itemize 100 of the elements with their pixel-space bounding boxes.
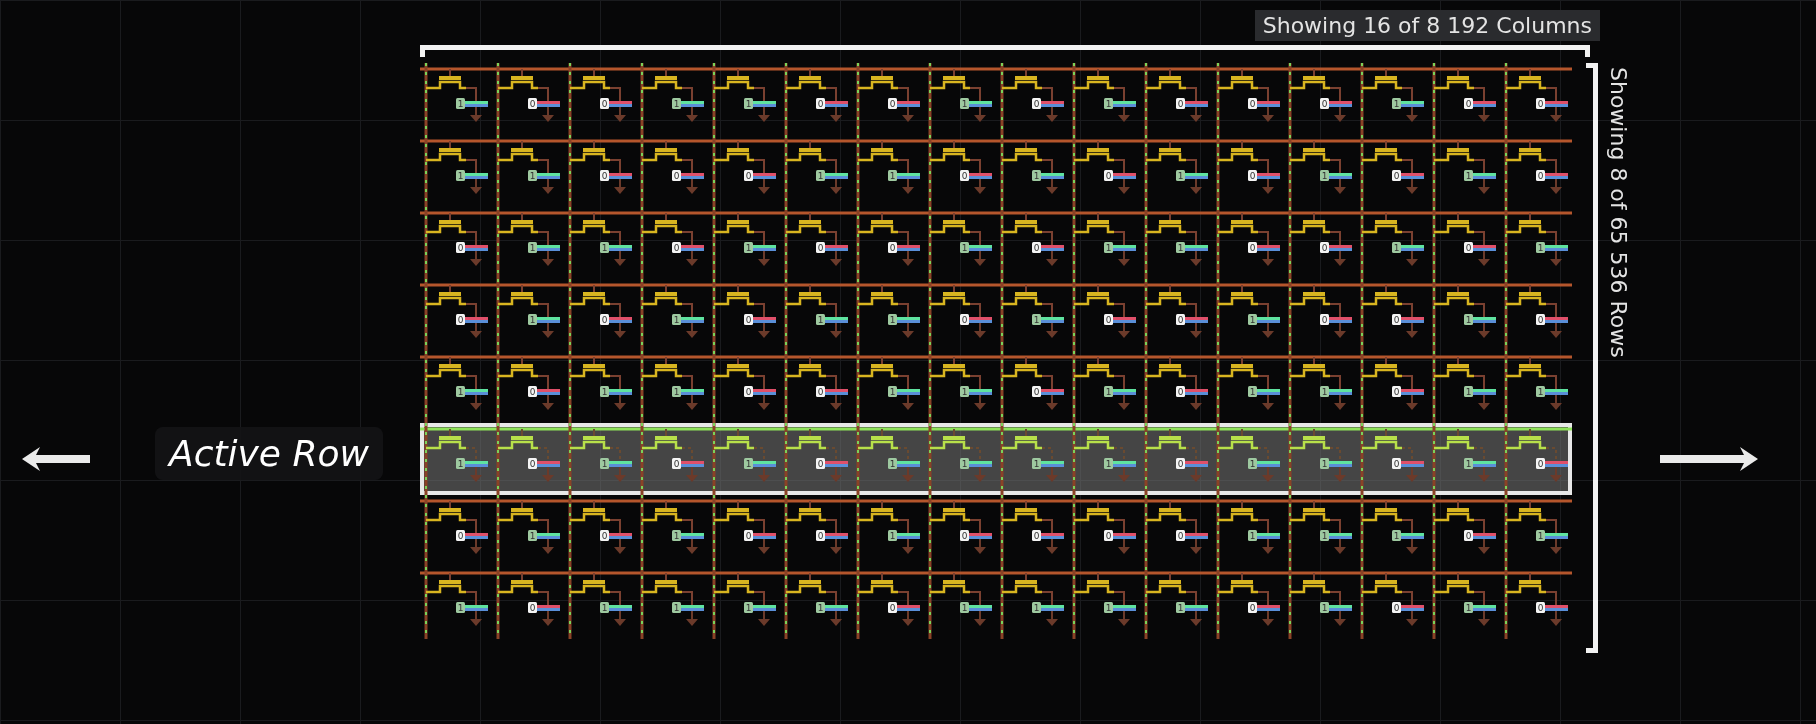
memory-cell-drawing — [996, 135, 1068, 207]
bit-badge: 1 — [1536, 242, 1545, 253]
memory-cell-drawing — [1356, 423, 1428, 495]
memory-cell-drawing — [1140, 207, 1212, 279]
memory-cell-drawing — [492, 279, 564, 351]
bit-badge: 1 — [672, 98, 681, 109]
bit-badge: 0 — [888, 242, 897, 253]
memory-cell-drawing — [492, 495, 564, 567]
memory-cell-drawing — [780, 567, 852, 639]
bit-badge: 0 — [1320, 242, 1329, 253]
memory-cell-drawing — [420, 351, 492, 423]
memory-cell-drawing — [1212, 279, 1284, 351]
bit-badge: 1 — [888, 386, 897, 397]
memory-cell-drawing — [1500, 567, 1572, 639]
bit-badge: 1 — [1320, 170, 1329, 181]
memory-cell-drawing — [996, 351, 1068, 423]
memory-cell-drawing — [1500, 423, 1572, 495]
memory-cell-drawing — [1500, 351, 1572, 423]
memory-cell-drawing — [1068, 207, 1140, 279]
bit-badge: 0 — [456, 242, 465, 253]
bit-badge: 1 — [888, 170, 897, 181]
memory-cell-drawing — [1428, 279, 1500, 351]
bit-badge: 1 — [888, 314, 897, 325]
memory-cell-drawing — [924, 423, 996, 495]
memory-cell-drawing — [420, 135, 492, 207]
memory-cell-drawing — [924, 351, 996, 423]
bit-badge: 0 — [1104, 170, 1113, 181]
bit-badge: 1 — [816, 602, 825, 613]
bit-badge: 0 — [888, 98, 897, 109]
memory-cell-drawing — [564, 351, 636, 423]
column-count-caption: Showing 16 of 8 192 Columns — [1254, 10, 1600, 41]
bit-badge: 1 — [744, 458, 753, 469]
bit-badge: 1 — [1320, 458, 1329, 469]
bit-badge: 0 — [1536, 314, 1545, 325]
bit-badge: 1 — [1104, 602, 1113, 613]
bit-badge: 1 — [1176, 242, 1185, 253]
bit-badge: 1 — [1320, 386, 1329, 397]
memory-cell-drawing — [1356, 135, 1428, 207]
bit-badge: 1 — [1032, 602, 1041, 613]
memory-cell-drawing — [708, 63, 780, 135]
bit-badge: 0 — [1392, 602, 1401, 613]
bit-badge: 1 — [1392, 530, 1401, 541]
memory-cell-drawing — [1356, 279, 1428, 351]
memory-cell-drawing — [564, 423, 636, 495]
memory-cell-drawing — [852, 567, 924, 639]
bit-badge: 0 — [1248, 602, 1257, 613]
bit-badge: 1 — [816, 170, 825, 181]
memory-cell-drawing — [708, 351, 780, 423]
memory-cell-drawing — [1212, 567, 1284, 639]
bit-badge: 1 — [672, 530, 681, 541]
bit-badge: 0 — [1248, 242, 1257, 253]
memory-cell-drawing — [1212, 207, 1284, 279]
bit-badge: 1 — [1248, 386, 1257, 397]
memory-cell-drawing — [1212, 135, 1284, 207]
memory-cell-drawing — [636, 279, 708, 351]
memory-cell-drawing — [852, 351, 924, 423]
memory-cell-drawing — [1284, 63, 1356, 135]
memory-cell-drawing — [1140, 423, 1212, 495]
memory-cell-drawing — [636, 495, 708, 567]
memory-cell-drawing — [1068, 495, 1140, 567]
bit-badge: 0 — [1320, 314, 1329, 325]
memory-cell-drawing — [1500, 63, 1572, 135]
bit-badge: 0 — [1464, 98, 1473, 109]
bit-badge: 0 — [600, 530, 609, 541]
bit-badge: 0 — [1536, 170, 1545, 181]
bit-badge: 0 — [1032, 530, 1041, 541]
bit-badge: 0 — [1176, 98, 1185, 109]
memory-cell-drawing — [924, 567, 996, 639]
bit-badge: 1 — [1320, 602, 1329, 613]
bit-badge: 1 — [744, 242, 753, 253]
memory-cell-drawing — [996, 207, 1068, 279]
memory-cell-drawing — [852, 495, 924, 567]
memory-cell-drawing — [996, 279, 1068, 351]
memory-cell-drawing — [1068, 423, 1140, 495]
memory-cell-drawing — [1428, 567, 1500, 639]
bit-badge: 0 — [816, 98, 825, 109]
memory-cell-drawing — [1500, 135, 1572, 207]
memory-cell-drawing — [996, 63, 1068, 135]
memory-cell-drawing — [1500, 279, 1572, 351]
memory-cell-drawing — [1428, 135, 1500, 207]
memory-cell-drawing — [492, 63, 564, 135]
bit-badge: 0 — [528, 98, 537, 109]
bit-badge: 0 — [528, 602, 537, 613]
memory-cell-drawing — [636, 63, 708, 135]
bit-badge: 1 — [456, 386, 465, 397]
memory-cell-drawing — [780, 495, 852, 567]
bit-badge: 0 — [1536, 98, 1545, 109]
memory-cell-drawing — [1356, 567, 1428, 639]
bit-badge: 1 — [1104, 98, 1113, 109]
memory-cell-drawing — [1428, 63, 1500, 135]
memory-cell-drawing — [1068, 63, 1140, 135]
memory-cell-drawing — [492, 207, 564, 279]
memory-cell-drawing — [420, 423, 492, 495]
bit-badge: 0 — [600, 314, 609, 325]
bit-badge: 1 — [456, 458, 465, 469]
bit-badge: 0 — [672, 242, 681, 253]
bit-badge: 1 — [528, 530, 537, 541]
memory-cell-drawing — [420, 207, 492, 279]
bit-badge: 0 — [456, 530, 465, 541]
bit-badge: 0 — [1176, 530, 1185, 541]
